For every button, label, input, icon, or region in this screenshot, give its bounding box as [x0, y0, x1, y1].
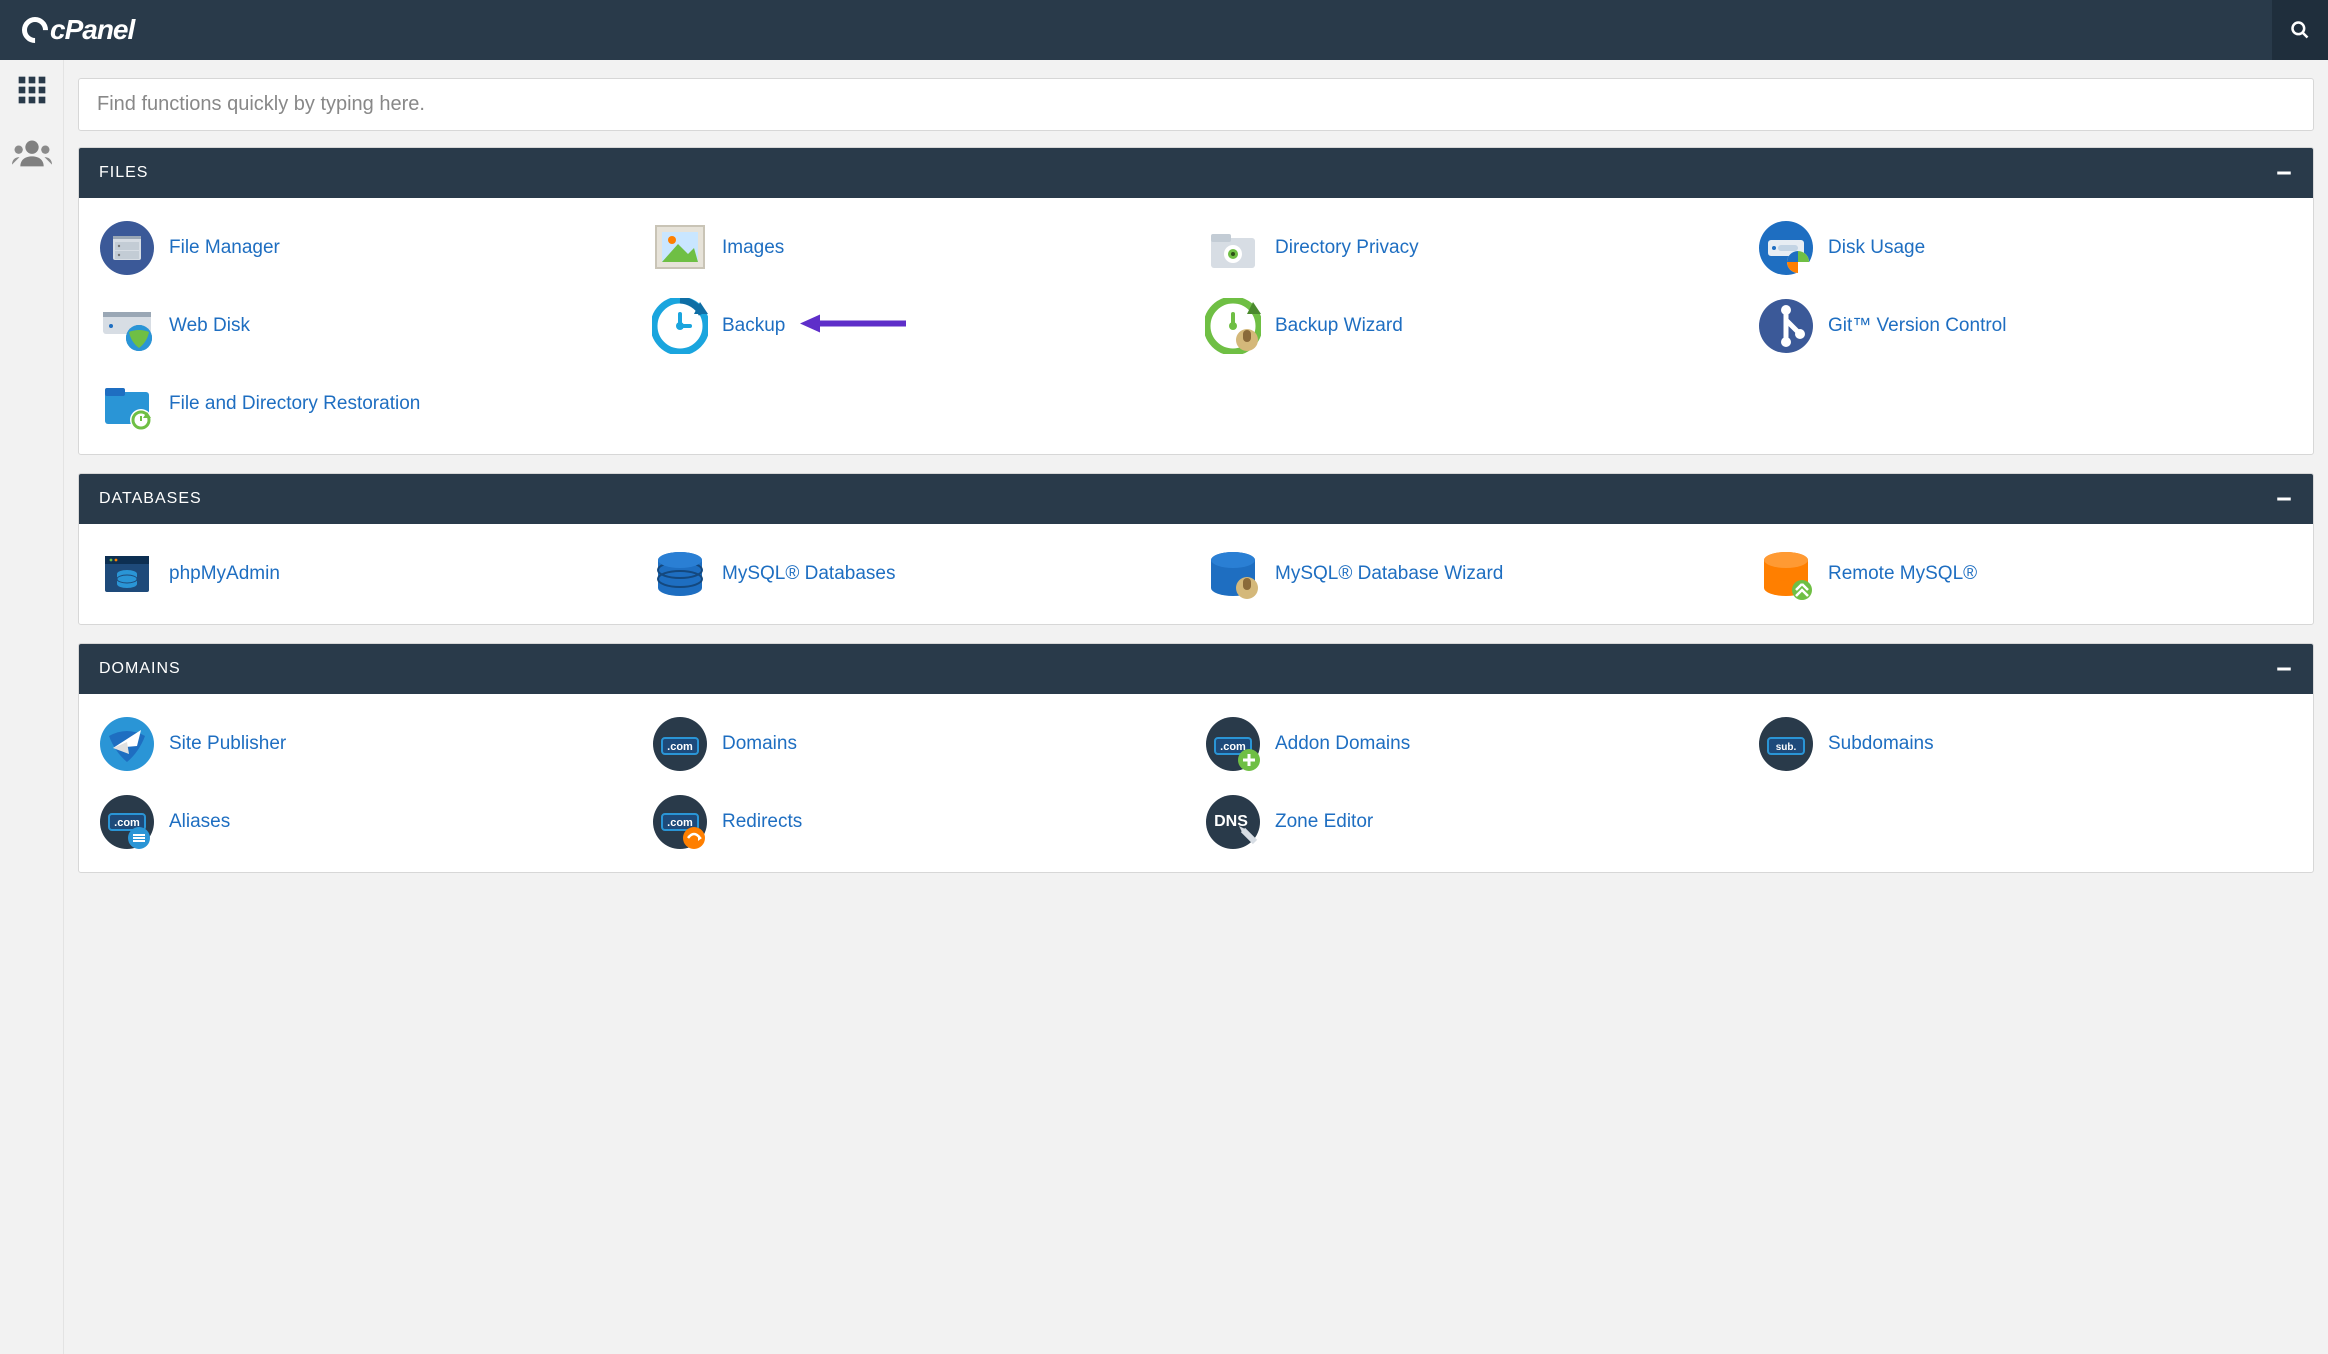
tile-domains[interactable]: Domains: [648, 708, 1191, 780]
site-publisher-icon: [99, 716, 155, 772]
directory-privacy-icon: [1205, 220, 1261, 276]
collapse-button[interactable]: [2275, 660, 2293, 678]
section-body: File Manager Images Directory Privacy Disk …: [79, 198, 2313, 454]
tile-directory-privacy[interactable]: Directory Privacy: [1201, 212, 1744, 284]
tile-label: Backup Wizard: [1275, 315, 1403, 337]
backup-wizard-icon: [1205, 298, 1261, 354]
tile-label: File and Directory Restoration: [169, 393, 420, 415]
section-title: DATABASES: [99, 490, 202, 508]
collapse-button[interactable]: [2275, 164, 2293, 182]
tile-remote-mysql[interactable]: Remote MySQL®: [1754, 538, 2297, 610]
sidebar: [0, 60, 64, 1354]
section-domains: DOMAINS Site Publisher Domains Addon Domain…: [78, 643, 2314, 873]
remote-mysql-icon: [1758, 546, 1814, 602]
tile-label: phpMyAdmin: [169, 563, 280, 585]
tile-file-manager[interactable]: File Manager: [95, 212, 638, 284]
tile-mysql-databases[interactable]: MySQL® Databases: [648, 538, 1191, 610]
users-button[interactable]: [12, 139, 52, 172]
tile-mysql-database-wizard[interactable]: MySQL® Database Wizard: [1201, 538, 1744, 610]
section-header-domains: DOMAINS: [79, 644, 2313, 694]
tile-label: MySQL® Databases: [722, 563, 895, 585]
users-icon: [12, 139, 52, 167]
tile-label: Web Disk: [169, 315, 250, 337]
mysql-databases-icon: [652, 546, 708, 602]
section-header-files: FILES: [79, 148, 2313, 198]
backup-icon: [652, 298, 708, 354]
addon-domains-icon: [1205, 716, 1261, 772]
images-icon: [652, 220, 708, 276]
minus-icon: [2275, 660, 2293, 678]
header-actions: [2272, 0, 2328, 60]
aliases-icon: [99, 794, 155, 850]
top-header: cPanel: [0, 0, 2328, 60]
minus-icon: [2275, 490, 2293, 508]
tile-label: Zone Editor: [1275, 811, 1373, 833]
tile-backup[interactable]: Backup: [648, 290, 1191, 362]
domains-icon: [652, 716, 708, 772]
section-title: FILES: [99, 164, 148, 182]
tile-label: Git™ Version Control: [1828, 315, 2006, 337]
tile-site-publisher[interactable]: Site Publisher: [95, 708, 638, 780]
tile-zone-editor[interactable]: Zone Editor: [1201, 786, 1744, 858]
tile-file-directory-restoration[interactable]: File and Directory Restoration: [95, 368, 638, 440]
function-search-input[interactable]: [78, 78, 2314, 131]
grid-icon: [16, 74, 48, 106]
section-header-databases: DATABASES: [79, 474, 2313, 524]
git-version-control-icon: [1758, 298, 1814, 354]
tile-label: Addon Domains: [1275, 733, 1410, 755]
collapse-button[interactable]: [2275, 490, 2293, 508]
search-icon: [2290, 20, 2310, 40]
tile-git-version-control[interactable]: Git™ Version Control: [1754, 290, 2297, 362]
tile-label: Disk Usage: [1828, 237, 1925, 259]
tile-label: Directory Privacy: [1275, 237, 1419, 259]
section-body: Site Publisher Domains Addon Domains Subdom…: [79, 694, 2313, 872]
section-title: DOMAINS: [99, 660, 181, 678]
tile-label: Images: [722, 237, 784, 259]
tile-label: Domains: [722, 733, 797, 755]
tile-label: MySQL® Database Wizard: [1275, 563, 1503, 585]
tile-label: Remote MySQL®: [1828, 563, 1977, 585]
tile-label: Aliases: [169, 811, 230, 833]
cpanel-logo-mark: [17, 12, 54, 49]
search-button[interactable]: [2272, 0, 2328, 60]
minus-icon: [2275, 164, 2293, 182]
tile-addon-domains[interactable]: Addon Domains: [1201, 708, 1744, 780]
section-databases: DATABASES phpMyAdmin MySQL® Databases MySQL…: [78, 473, 2314, 625]
zone-editor-icon: [1205, 794, 1261, 850]
web-disk-icon: [99, 298, 155, 354]
phpmyadmin-icon: [99, 546, 155, 602]
cpanel-logo-text: cPanel: [50, 14, 134, 46]
file-directory-restoration-icon: [99, 376, 155, 432]
tile-web-disk[interactable]: Web Disk: [95, 290, 638, 362]
redirects-icon: [652, 794, 708, 850]
cpanel-logo[interactable]: cPanel: [22, 14, 134, 46]
annotation-arrow: [798, 312, 908, 341]
tile-subdomains[interactable]: Subdomains: [1754, 708, 2297, 780]
tile-redirects[interactable]: Redirects: [648, 786, 1191, 858]
mysql-database-wizard-icon: [1205, 546, 1261, 602]
main-content: FILES File Manager Images Directory Privacy…: [64, 60, 2328, 1354]
tile-phpmyadmin[interactable]: phpMyAdmin: [95, 538, 638, 610]
section-files: FILES File Manager Images Directory Privacy…: [78, 147, 2314, 455]
apps-grid-button[interactable]: [16, 74, 48, 111]
tile-label: Site Publisher: [169, 733, 286, 755]
file-manager-icon: [99, 220, 155, 276]
tile-backup-wizard[interactable]: Backup Wizard: [1201, 290, 1744, 362]
tile-disk-usage[interactable]: Disk Usage: [1754, 212, 2297, 284]
tile-label: Subdomains: [1828, 733, 1934, 755]
tile-images[interactable]: Images: [648, 212, 1191, 284]
tile-aliases[interactable]: Aliases: [95, 786, 638, 858]
tile-label: Backup: [722, 315, 785, 337]
disk-usage-icon: [1758, 220, 1814, 276]
subdomains-icon: [1758, 716, 1814, 772]
tile-label: Redirects: [722, 811, 802, 833]
section-body: phpMyAdmin MySQL® Databases MySQL® Databas…: [79, 524, 2313, 624]
tile-label: File Manager: [169, 237, 280, 259]
